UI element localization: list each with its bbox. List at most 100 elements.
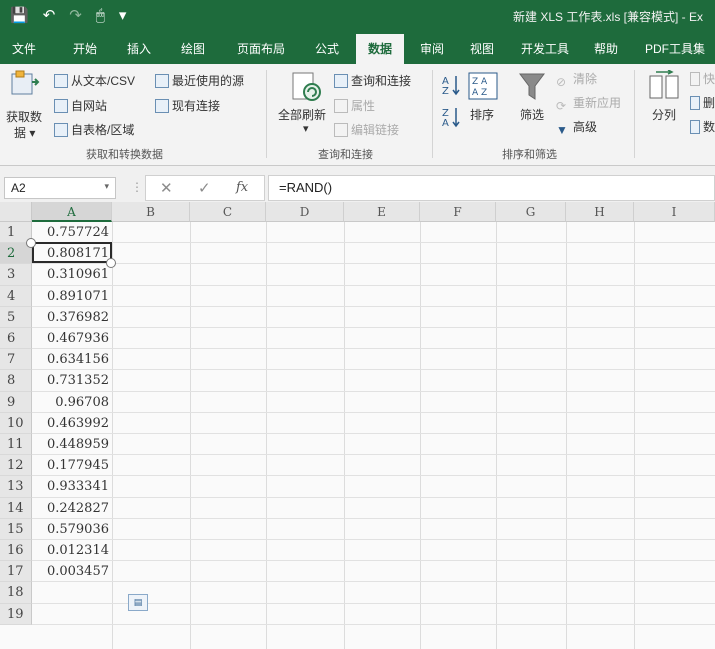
cell-value[interactable]: 0.579036 bbox=[33, 519, 111, 540]
row-header[interactable]: 12 bbox=[0, 455, 32, 477]
tab-help[interactable]: 帮助 bbox=[586, 34, 626, 64]
redo-icon[interactable]: ↷ bbox=[69, 7, 82, 25]
from-web-button[interactable]: 自网站 bbox=[54, 97, 107, 114]
row-header[interactable]: 14 bbox=[0, 497, 32, 519]
row-header[interactable]: 15 bbox=[0, 518, 32, 540]
tab-pdf-tools[interactable]: PDF工具集 bbox=[638, 34, 712, 64]
from-text-csv-button[interactable]: 从文本/CSV bbox=[54, 72, 135, 89]
tab-developer[interactable]: 开发工具 bbox=[514, 34, 576, 64]
get-data-dropdown[interactable]: 据 ▾ bbox=[14, 124, 35, 141]
column-header[interactable]: E bbox=[344, 202, 420, 222]
cell-value[interactable]: 0.891071 bbox=[33, 286, 111, 307]
row-header[interactable]: 18 bbox=[0, 582, 32, 604]
edit-links-button[interactable]: 编辑链接 bbox=[334, 121, 399, 138]
row-header[interactable]: 5 bbox=[0, 306, 32, 328]
insert-function-icon[interactable]: fx bbox=[236, 180, 248, 195]
column-header[interactable]: C bbox=[190, 202, 266, 222]
paste-options-icon[interactable]: ▤ bbox=[128, 594, 148, 611]
undo-icon[interactable]: ↶ bbox=[43, 7, 56, 25]
selected-cell-outline[interactable] bbox=[32, 242, 112, 264]
worksheet-grid[interactable]: 1 2 3 4 5 6 7 8 9 10 11 12 13 14 15 16 17 18 19 A B C D E F G H I 0.… bbox=[0, 202, 715, 649]
row-header[interactable]: 7 bbox=[0, 349, 32, 371]
tab-home[interactable]: 开始 bbox=[60, 34, 110, 64]
tab-draw[interactable]: 绘图 bbox=[172, 34, 214, 64]
row-gridline bbox=[32, 390, 715, 392]
selection-handle[interactable] bbox=[106, 258, 116, 269]
data-validation-button[interactable]: 数 bbox=[690, 118, 715, 135]
cell-value[interactable]: 0.731352 bbox=[33, 370, 111, 391]
cell-value[interactable]: 0.376982 bbox=[33, 307, 111, 328]
column-header[interactable]: D bbox=[266, 202, 344, 222]
advanced-filter-button[interactable]: ▼ 高级 bbox=[556, 118, 597, 137]
cell-value[interactable]: 0.003457 bbox=[33, 561, 111, 582]
formula-input[interactable]: =RAND() bbox=[268, 175, 715, 201]
existing-connections-button[interactable]: 现有连接 bbox=[155, 97, 220, 114]
tab-review[interactable]: 审阅 bbox=[412, 34, 452, 64]
cell-value[interactable]: 0.463992 bbox=[33, 413, 111, 434]
row-gridline bbox=[32, 411, 715, 413]
touch-mode-icon[interactable]: 🖱 bbox=[96, 7, 105, 25]
name-box[interactable]: A2 ▾ bbox=[4, 177, 116, 199]
row-header[interactable]: 17 bbox=[0, 561, 32, 583]
cancel-icon[interactable]: ✕ bbox=[160, 179, 173, 197]
column-header[interactable]: F bbox=[420, 202, 496, 222]
row-header[interactable]: 10 bbox=[0, 412, 32, 434]
row-header[interactable]: 19 bbox=[0, 603, 32, 625]
row-header[interactable]: 8 bbox=[0, 370, 32, 392]
group-label-queries: 查询和连接 bbox=[318, 149, 373, 161]
sort-button[interactable]: 排序 bbox=[470, 106, 494, 123]
cell-value[interactable]: 0.933341 bbox=[33, 476, 111, 497]
formula-bar: A2 ▾ ⋮ ✕ ✓ fx =RAND() bbox=[0, 166, 715, 202]
tab-page-layout[interactable]: 页面布局 bbox=[230, 34, 292, 64]
clear-filter-button[interactable]: ⊘ 清除 bbox=[556, 70, 597, 89]
cell-value[interactable]: 0.757724 bbox=[33, 222, 111, 243]
filter-button[interactable]: 筛选 bbox=[520, 106, 544, 123]
column-header[interactable]: H bbox=[566, 202, 634, 222]
chevron-down-icon[interactable]: ▾ bbox=[104, 181, 109, 192]
tab-insert[interactable]: 插入 bbox=[118, 34, 160, 64]
cell-value[interactable]: 0.177945 bbox=[33, 455, 111, 476]
customize-qat-icon[interactable]: ▾ bbox=[119, 7, 127, 25]
cell-value[interactable]: 0.448959 bbox=[33, 434, 111, 455]
column-header[interactable]: B bbox=[112, 202, 190, 222]
reapply-button[interactable]: ⟳ 重新应用 bbox=[556, 94, 621, 113]
refresh-dropdown[interactable]: ▾ bbox=[303, 122, 309, 135]
select-all-corner[interactable] bbox=[0, 202, 32, 222]
connections-icon bbox=[155, 99, 169, 113]
row-header[interactable]: 16 bbox=[0, 540, 32, 562]
row-header[interactable]: 13 bbox=[0, 476, 32, 498]
enter-icon[interactable]: ✓ bbox=[198, 179, 211, 197]
tab-file[interactable]: 文件 bbox=[6, 34, 42, 64]
tab-view[interactable]: 视图 bbox=[462, 34, 502, 64]
cell-value[interactable]: 0.310961 bbox=[33, 264, 111, 285]
recent-sources-button[interactable]: 最近使用的源 bbox=[155, 72, 244, 89]
text-to-columns-button[interactable]: 分列 bbox=[652, 106, 676, 123]
remove-duplicates-button[interactable]: 删 bbox=[690, 94, 715, 111]
row-header[interactable]: 6 bbox=[0, 328, 32, 350]
row-header[interactable]: 11 bbox=[0, 434, 32, 456]
column-header[interactable]: I bbox=[634, 202, 715, 222]
tab-formulas[interactable]: 公式 bbox=[306, 34, 348, 64]
tab-data[interactable]: 数据 bbox=[356, 34, 404, 64]
cell-value[interactable]: 0.242827 bbox=[33, 498, 111, 519]
column-header[interactable]: A bbox=[32, 202, 112, 222]
name-box-value: A2 bbox=[11, 181, 26, 195]
refresh-all-button[interactable]: 全部刷新 bbox=[278, 106, 326, 123]
row-header[interactable]: 3 bbox=[0, 264, 32, 286]
get-data-button[interactable]: 获取数 bbox=[6, 108, 42, 125]
row-header[interactable]: 9 bbox=[0, 391, 32, 413]
edit-links-icon bbox=[334, 123, 348, 137]
properties-button[interactable]: 属性 bbox=[334, 97, 375, 114]
queries-connections-button[interactable]: 查询和连接 bbox=[334, 72, 411, 89]
column-header[interactable]: G bbox=[496, 202, 566, 222]
cell-value[interactable]: 0.012314 bbox=[33, 540, 111, 561]
cell-value[interactable]: 0.634156 bbox=[33, 349, 111, 370]
save-icon[interactable]: 💾 bbox=[10, 7, 29, 25]
row-gridline bbox=[32, 539, 715, 540]
row-header[interactable]: 4 bbox=[0, 285, 32, 307]
from-table-button[interactable]: 自表格/区域 bbox=[54, 121, 134, 138]
flash-fill-button[interactable]: 快 bbox=[690, 70, 715, 87]
cell-value[interactable]: 0.467936 bbox=[33, 328, 111, 349]
row-gridline bbox=[32, 242, 715, 244]
cell-value[interactable]: 0.96708 bbox=[33, 392, 111, 413]
